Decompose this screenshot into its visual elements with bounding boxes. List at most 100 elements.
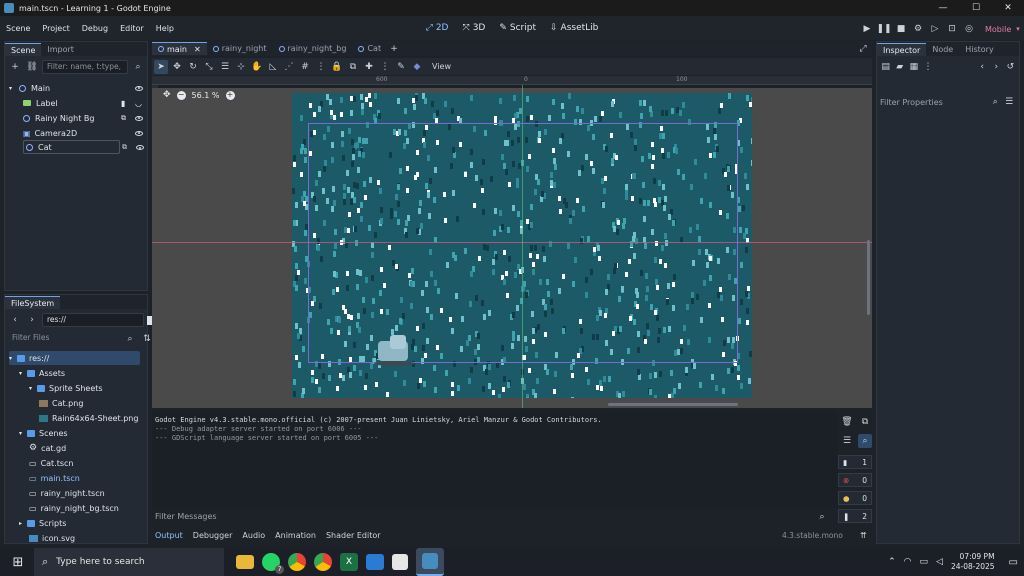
tab-audio[interactable]: Audio — [242, 531, 265, 540]
link-icon[interactable]: ⛓ — [25, 60, 39, 74]
tab-scene[interactable]: Scene — [5, 43, 42, 56]
fs-item-rainy-night[interactable]: ▭ rainy_night.tscn — [29, 486, 105, 500]
tray-overflow-icon[interactable]: ⌃ — [888, 557, 896, 567]
cat-sprite[interactable] — [374, 331, 414, 367]
windows-start-icon[interactable]: ⊞ — [6, 550, 30, 574]
fs-item-cat-gd[interactable]: ⚙ cat.gd — [29, 441, 66, 455]
select-tool-icon[interactable]: ➤ — [154, 59, 168, 74]
file-explorer-icon[interactable] — [236, 555, 254, 569]
tab-import[interactable]: Import — [41, 43, 80, 56]
pin-icon[interactable]: ✎ — [394, 60, 408, 74]
fs-item-rainy-night-bg[interactable]: ▭ rainy_night_bg.tscn — [29, 501, 119, 515]
close-icon[interactable]: ✕ — [194, 43, 201, 56]
fs-item-scenes[interactable]: ▾ Scenes — [19, 426, 68, 440]
center-view-icon[interactable]: ✥ — [163, 90, 171, 100]
play-custom-icon[interactable]: ⊡ — [945, 22, 959, 36]
close-window-button[interactable]: ✕ — [993, 0, 1023, 16]
vertical-scrollbar[interactable] — [867, 240, 870, 315]
play-scene-icon[interactable]: ▷ — [928, 22, 942, 36]
scale-tool-icon[interactable]: ⤡ — [202, 60, 216, 74]
pause-icon[interactable]: ❚❚ — [876, 22, 891, 36]
history-forward-icon[interactable]: › — [991, 60, 1002, 74]
other-filter-toggle[interactable]: ❚ 2 — [838, 509, 872, 523]
tab-rainy-night-bg[interactable]: rainy_night_bg — [273, 42, 353, 55]
scene-filter-input[interactable]: Filter: name, t:type, — [42, 60, 128, 74]
fs-item-main-tscn[interactable]: ▭ main.tscn — [29, 471, 80, 485]
scene-instance-icon[interactable]: ⧉ — [121, 114, 126, 123]
notifications-icon[interactable]: ▭ — [1009, 557, 1018, 568]
zoom-out-button[interactable]: − — [176, 90, 186, 100]
tab-main[interactable]: main ✕ — [152, 42, 207, 55]
script-attached-icon[interactable]: ▮ — [121, 99, 125, 108]
visibility-icon[interactable] — [135, 130, 143, 136]
tab-inspector[interactable]: Inspector — [877, 43, 927, 56]
workspace-3d[interactable]: ⤧ 3D — [462, 23, 485, 33]
fs-item-scripts[interactable]: ▸ Scripts — [19, 516, 66, 530]
add-node-icon[interactable]: + — [8, 60, 22, 74]
search-icon[interactable]: ⌕ — [988, 95, 1002, 109]
tree-node-cat[interactable]: Cat — [23, 140, 120, 154]
history-back-icon[interactable]: ‹ — [977, 60, 988, 74]
fs-item-rain-sheet[interactable]: Rain64x64-Sheet.png — [39, 411, 138, 425]
filter-files-input[interactable]: Filter Files — [8, 332, 120, 346]
move-tool-icon[interactable]: ✥ — [170, 60, 184, 74]
object-history-icon[interactable]: ↺ — [1005, 60, 1016, 74]
chrome-icon[interactable] — [288, 553, 306, 571]
rotate-tool-icon[interactable]: ↻ — [186, 60, 200, 74]
menu-editor[interactable]: Editor — [114, 24, 150, 33]
fs-item-sprite-sheets[interactable]: ▾ Sprite Sheets — [29, 381, 103, 395]
excel-icon[interactable]: X — [340, 553, 358, 571]
tree-node-label[interactable]: Label ▮ ◡ — [23, 96, 145, 110]
open-resource-icon[interactable]: ▰ — [894, 60, 905, 74]
tab-rainy-night[interactable]: rainy_night — [207, 42, 273, 55]
fs-item-res[interactable]: ▾ res:// — [9, 351, 140, 365]
filter-properties-input[interactable]: Filter Properties — [880, 98, 988, 107]
distraction-free-icon[interactable]: ⤢ — [856, 42, 870, 56]
fs-item-cat-tscn[interactable]: ▭ Cat.tscn — [29, 456, 74, 470]
warnings-filter-toggle[interactable]: ● 0 — [838, 491, 872, 505]
visibility-icon[interactable] — [135, 115, 143, 121]
tab-cat[interactable]: Cat — [352, 42, 387, 55]
twitch-icon[interactable] — [392, 554, 408, 570]
workspace-2d[interactable]: ⤢ 2D — [426, 23, 449, 33]
menu-scene[interactable]: Scene — [0, 24, 36, 33]
workspace-assetlib[interactable]: ⇩ AssetLib — [550, 23, 598, 33]
stop-icon[interactable]: ■ — [894, 22, 908, 36]
taskbar-search-box[interactable]: ⌕ Type here to search — [34, 548, 224, 576]
tab-output[interactable]: Output — [155, 531, 183, 540]
pan-tool-icon[interactable]: ✋ — [250, 60, 264, 74]
wifi-icon[interactable]: ◠ — [904, 557, 912, 567]
filter-messages-input[interactable]: Filter Messages — [155, 512, 815, 521]
fs-item-cat-png[interactable]: Cat.png — [39, 396, 83, 410]
remote-debug-icon[interactable]: ⚙ — [911, 22, 925, 36]
filter-options-icon[interactable]: ☰ — [1002, 95, 1016, 109]
expand-panel-icon[interactable]: ⇈ — [860, 531, 867, 540]
view-menu[interactable]: View — [432, 62, 451, 71]
clock[interactable]: 07:09 PM 24-08-2025 — [951, 552, 995, 572]
bone-icon[interactable]: ✚ — [362, 60, 376, 74]
clear-output-icon[interactable]: 🗑 — [840, 415, 854, 429]
chrome-profile-icon[interactable] — [314, 553, 332, 571]
volume-icon[interactable]: ◁ — [936, 557, 943, 567]
search-icon[interactable]: ⌕ — [815, 510, 829, 524]
minimize-button[interactable]: — — [928, 0, 958, 16]
fs-item-assets[interactable]: ▾ Assets — [19, 366, 65, 380]
menu-help[interactable]: Help — [150, 24, 180, 33]
visibility-icon[interactable] — [135, 85, 143, 91]
scene-instance-icon[interactable]: ⧉ — [122, 143, 127, 152]
copy-output-icon[interactable]: ⧉ — [858, 415, 872, 429]
tab-animation[interactable]: Animation — [275, 531, 316, 540]
tree-node-main[interactable]: ▾ Main — [9, 81, 145, 95]
more-icon[interactable]: ⋮ — [378, 60, 392, 74]
horizontal-scrollbar[interactable] — [608, 403, 738, 406]
light-icon[interactable]: ◆ — [410, 60, 424, 74]
tab-history[interactable]: History — [959, 43, 999, 56]
smart-snap-icon[interactable]: ⋰ — [282, 60, 296, 74]
photos-icon[interactable] — [366, 554, 384, 570]
pivot-tool-icon[interactable]: ⊹ — [234, 60, 248, 74]
more-icon[interactable]: ⋮ — [314, 60, 328, 74]
errors-filter-toggle[interactable]: ⊗ 0 — [838, 473, 872, 487]
back-icon[interactable]: ‹ — [8, 313, 22, 327]
list-select-icon[interactable]: ☰ — [218, 60, 232, 74]
more-icon[interactable]: ⋮ — [922, 60, 933, 74]
